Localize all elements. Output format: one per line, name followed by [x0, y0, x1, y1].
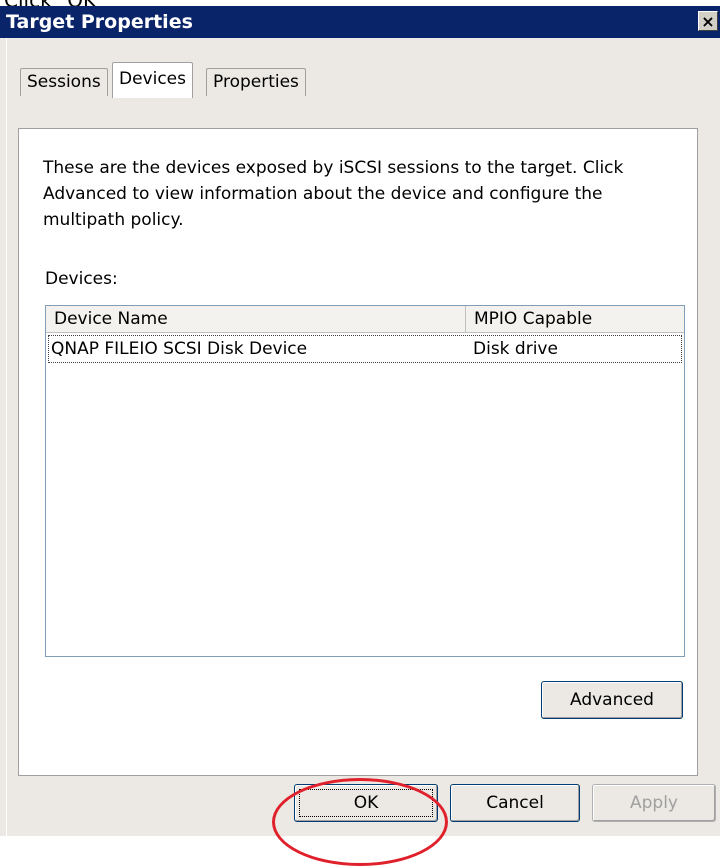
- advanced-button[interactable]: Advanced: [541, 681, 683, 719]
- title-bar: Target Properties ×: [0, 6, 720, 38]
- focus-rect: [299, 789, 433, 817]
- ok-button[interactable]: OK: [294, 784, 438, 822]
- mpio-capable-cell: Disk drive: [473, 339, 558, 359]
- close-icon: ×: [701, 12, 715, 31]
- column-header-mpio-capable[interactable]: MPIO Capable: [466, 306, 684, 332]
- table-row[interactable]: QNAP FILEIO SCSI Disk Device Disk drive: [48, 335, 682, 363]
- devices-label: Devices:: [45, 269, 118, 289]
- tab-devices[interactable]: Devices: [112, 62, 193, 98]
- target-properties-dialog: Target Properties × Sessions Devices Pro…: [0, 6, 720, 866]
- devices-list[interactable]: Device Name MPIO Capable QNAP FILEIO SCS…: [45, 305, 685, 657]
- tab-sessions[interactable]: Sessions: [20, 68, 108, 96]
- column-header-device-name[interactable]: Device Name: [46, 306, 466, 332]
- cancel-button[interactable]: Cancel: [450, 784, 580, 822]
- device-name-cell: QNAP FILEIO SCSI Disk Device: [51, 339, 308, 359]
- apply-button[interactable]: Apply: [592, 784, 716, 822]
- close-button[interactable]: ×: [698, 11, 718, 31]
- tab-properties[interactable]: Properties: [206, 68, 306, 96]
- description-text: These are the devices exposed by iSCSI s…: [43, 158, 624, 230]
- devices-tab-panel: These are the devices exposed by iSCSI s…: [18, 128, 698, 776]
- list-header: Device Name MPIO Capable: [46, 306, 684, 333]
- window-title: Target Properties: [6, 11, 193, 33]
- dialog-client-area: Sessions Devices Properties These are th…: [0, 38, 720, 866]
